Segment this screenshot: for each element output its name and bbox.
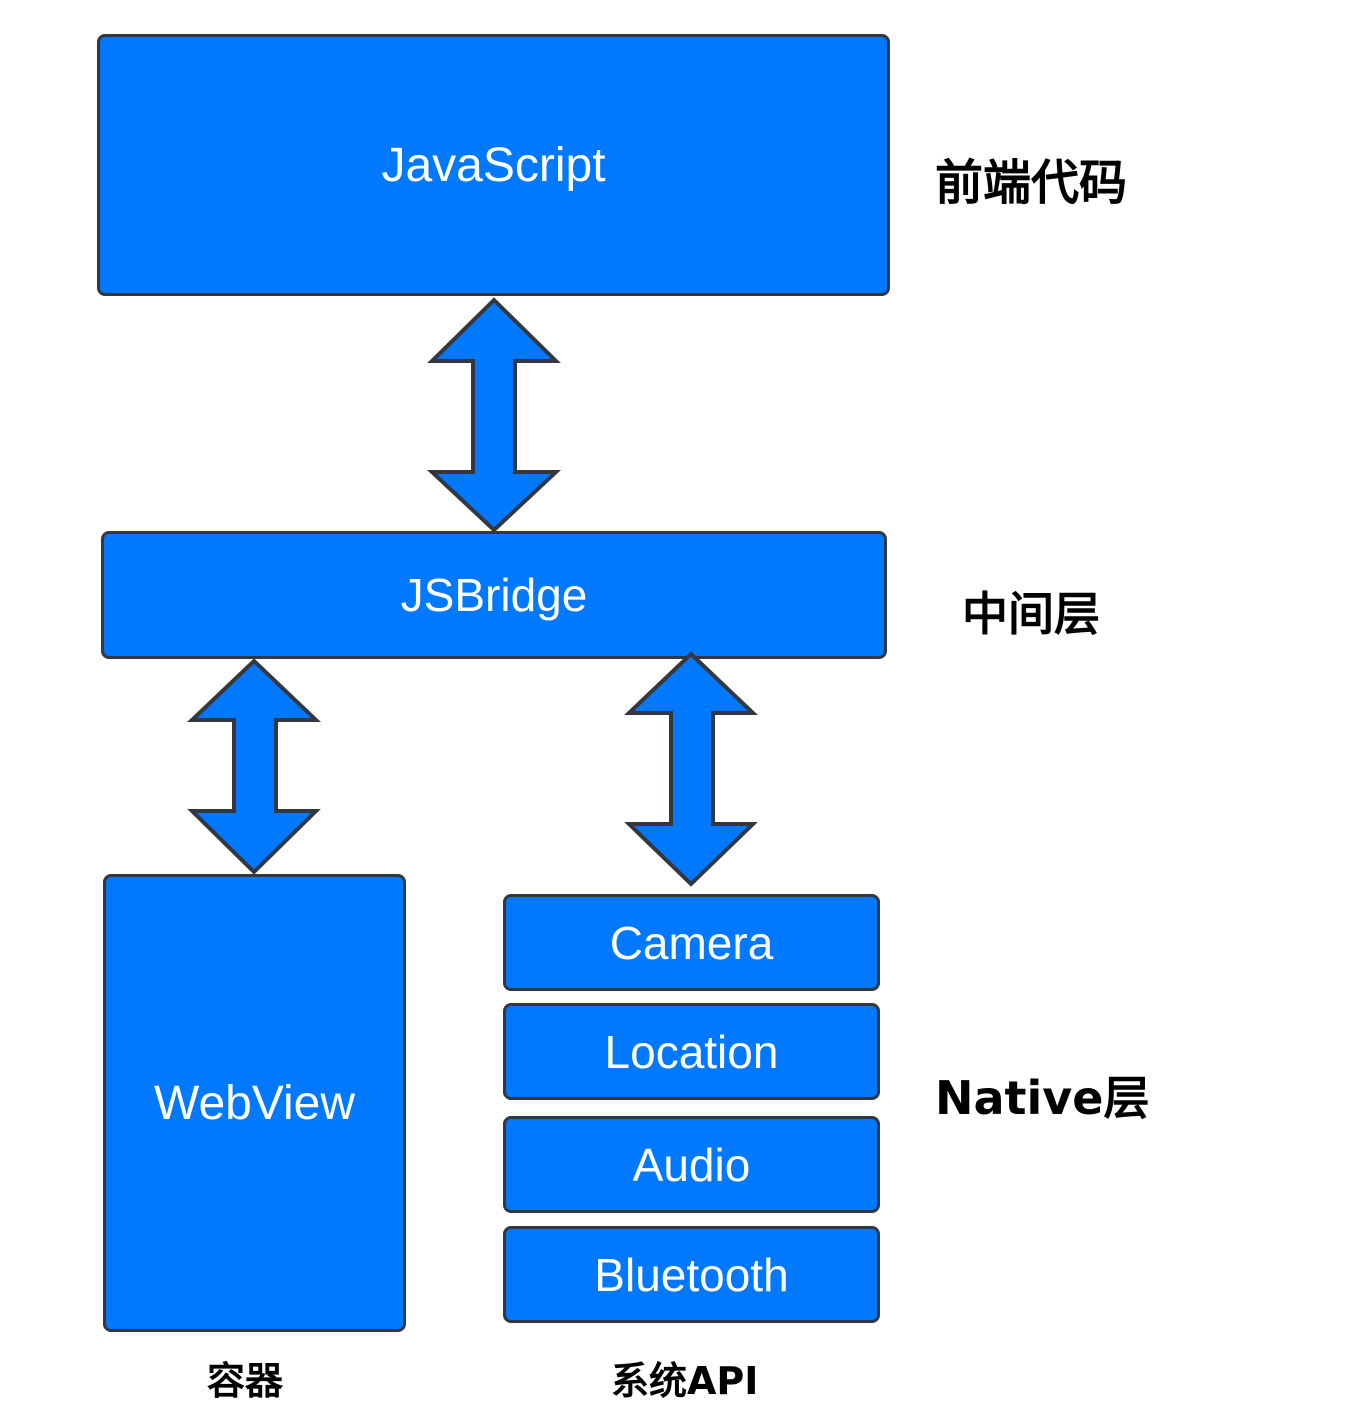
- native-layer-label: Native层: [935, 1071, 1150, 1125]
- container-caption: 容器: [207, 1359, 284, 1403]
- bridge-systemapi-bidirectional-arrow: [623, 651, 759, 887]
- bridge-webview-bidirectional-arrow: [186, 658, 322, 875]
- system-api-caption: 系统API: [611, 1359, 759, 1403]
- arrows-layer: [186, 297, 759, 887]
- js-bridge-bidirectional-arrow: [426, 297, 562, 533]
- middle-layer-label: 中间层: [962, 587, 1100, 641]
- frontend-layer-label: 前端代码: [935, 155, 1128, 211]
